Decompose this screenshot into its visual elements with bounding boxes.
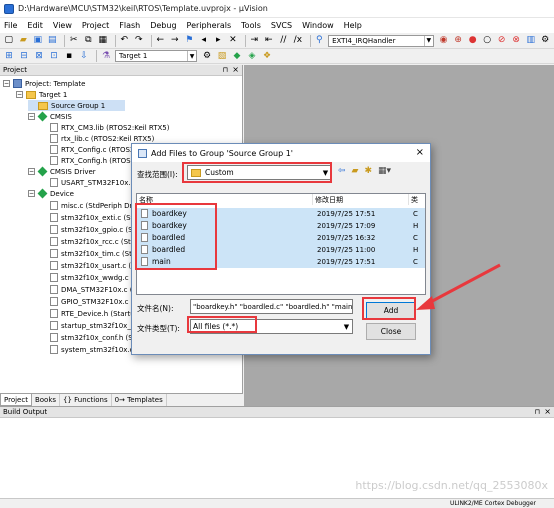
arrow-shaft [422, 263, 501, 308]
arrow-head [416, 296, 435, 310]
annotation-arrow [416, 263, 501, 310]
